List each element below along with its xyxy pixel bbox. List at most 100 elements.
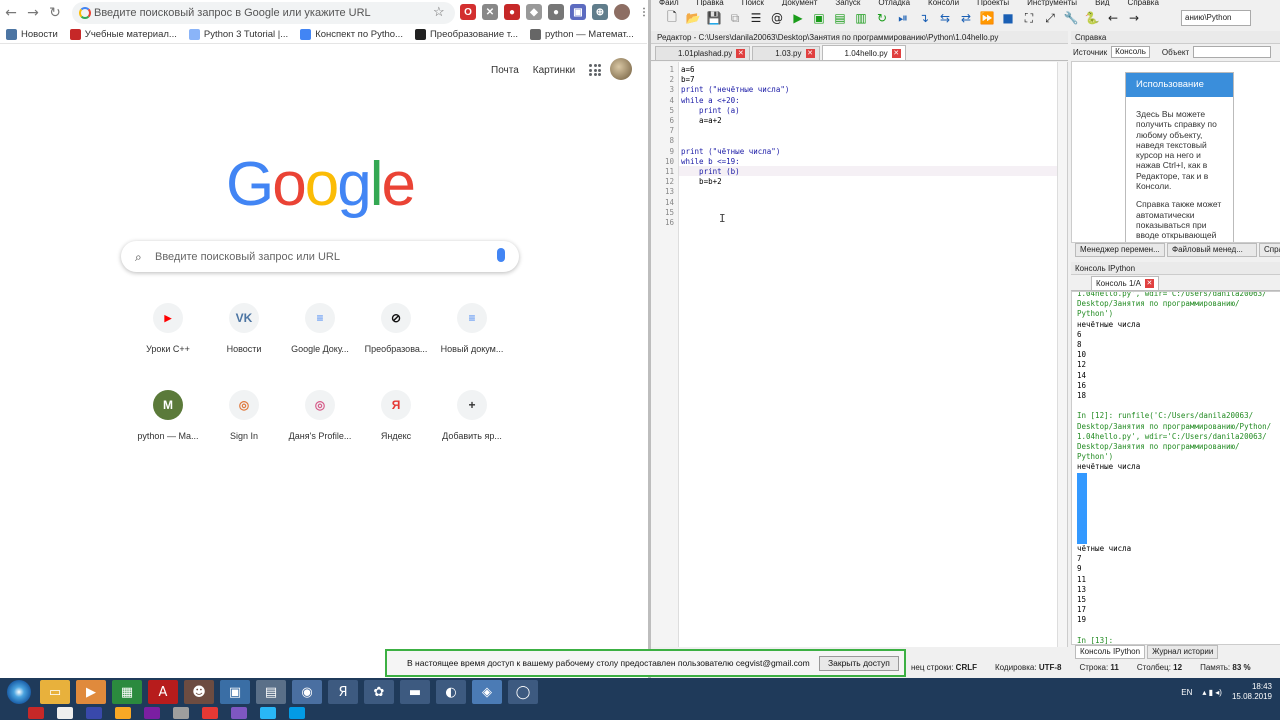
- shortcut-tile[interactable]: VK Новости: [206, 303, 282, 354]
- skype-icon[interactable]: [289, 707, 305, 719]
- app-icon[interactable]: [86, 707, 102, 719]
- save-icon[interactable]: 💾: [705, 9, 723, 27]
- console-line[interactable]: 15: [1077, 595, 1086, 605]
- close-tab-icon[interactable]: ✕: [1144, 279, 1154, 288]
- console-line[interactable]: 8: [1077, 482, 1087, 493]
- run-selection-icon[interactable]: ▥: [852, 9, 870, 27]
- code-line[interactable]: print ("нечётные числа"): [681, 85, 789, 95]
- editor-tab[interactable]: 1.04hello.py ✕: [821, 45, 906, 60]
- console-line[interactable]: 16: [1077, 381, 1086, 391]
- console-line[interactable]: 6: [1077, 472, 1087, 483]
- object-combo[interactable]: [1193, 46, 1272, 58]
- help-bottom-tab[interactable]: Файловый менед...: [1167, 243, 1257, 257]
- run-cell-icon[interactable]: ▣: [810, 9, 828, 27]
- ext-icon[interactable]: ●: [504, 4, 520, 20]
- code-line[interactable]: while b <=19:: [681, 157, 740, 167]
- opera-ext-icon[interactable]: O: [460, 4, 476, 20]
- shortcut-tile[interactable]: ▶ Уроки C++: [130, 303, 206, 354]
- console-bottom-tab[interactable]: Консоль IPython: [1075, 645, 1146, 659]
- save-all-icon[interactable]: ⧉: [726, 9, 744, 27]
- console-line[interactable]: 10: [1077, 493, 1087, 504]
- working-dir-combo[interactable]: анию\Python: [1181, 10, 1251, 26]
- console-line[interactable]: Desktop/Занятия по программированию/Pyth…: [1077, 422, 1271, 432]
- maximize-pane-icon[interactable]: ⛶: [1020, 9, 1038, 27]
- menu-dots-icon[interactable]: ⋮: [636, 4, 647, 20]
- console-line[interactable]: Python'): [1077, 452, 1113, 462]
- bookmark-item[interactable]: Новости: [6, 29, 58, 40]
- app-icon[interactable]: ✿: [364, 680, 394, 704]
- back-arrow-icon[interactable]: ←: [1104, 9, 1122, 27]
- shortcut-tile[interactable]: + Добавить яр...: [434, 390, 510, 441]
- console-bottom-tab[interactable]: Журнал истории: [1147, 645, 1219, 659]
- firefox-taskbar-icon[interactable]: ◐: [436, 680, 466, 704]
- console-line[interactable]: 9: [1077, 564, 1082, 574]
- source-combo[interactable]: Консоль: [1111, 46, 1150, 58]
- open-file-icon[interactable]: 📂: [684, 9, 702, 27]
- acrobat-icon[interactable]: A: [148, 680, 178, 704]
- chrome-taskbar-icon[interactable]: ◉: [292, 680, 322, 704]
- shortcut-tile[interactable]: ⊘ Преобразова...: [358, 303, 434, 354]
- omnibox[interactable]: Введите поисковый запрос в Google или ук…: [72, 2, 455, 24]
- console-line[interactable]: 6: [1077, 330, 1082, 340]
- bookmark-item[interactable]: Конспект по Pytho...: [300, 29, 403, 40]
- preferences-icon[interactable]: 🔧: [1062, 9, 1080, 27]
- back-icon[interactable]: ←: [0, 2, 22, 24]
- code-editor[interactable]: 1 2 3 4 5 6 7 8 9 10 11 12 13 14 15 16 a=6 b=7 print ("не…: [651, 62, 1068, 647]
- ext-icon[interactable]: ●: [548, 4, 564, 20]
- console-line[interactable]: In [13]:: [1077, 636, 1113, 644]
- app-icon[interactable]: [173, 707, 189, 719]
- editor-tab[interactable]: 1.03.py ✕: [752, 46, 820, 60]
- reload-icon[interactable]: ↻: [44, 2, 66, 24]
- app-icon[interactable]: ◯: [508, 680, 538, 704]
- continue-icon[interactable]: ⏩: [978, 9, 996, 27]
- viber-icon[interactable]: [231, 707, 247, 719]
- console-line[interactable]: 12: [1077, 360, 1086, 370]
- media-icon[interactable]: ▶: [76, 680, 106, 704]
- app-icon[interactable]: [115, 707, 131, 719]
- code-line[interactable]: print (a): [681, 106, 740, 116]
- bookmark-item[interactable]: Преобразование т...: [414, 29, 518, 40]
- run-cell-advance-icon[interactable]: ▤: [831, 9, 849, 27]
- console-line[interactable]: 10: [1077, 350, 1086, 360]
- yandex-taskbar-icon[interactable]: Я: [328, 680, 358, 704]
- shortcut-tile[interactable]: ≡ Новый докум...: [434, 303, 510, 354]
- search-input[interactable]: ⌕ Введите поисковый запрос или URL: [121, 241, 519, 272]
- console-line[interactable]: 1.04hello.py', wdir='C:/Users/danila2006…: [1077, 292, 1267, 299]
- shortcut-tile[interactable]: Mpython — Ма...: [130, 390, 206, 441]
- run-icon[interactable]: ▶: [789, 9, 807, 27]
- rerun-icon[interactable]: ↻: [873, 9, 891, 27]
- clock[interactable]: 18:43 15.08.2019: [1232, 682, 1272, 702]
- console-line[interactable]: чётные числа: [1077, 544, 1131, 554]
- app-icon[interactable]: ▬: [400, 680, 430, 704]
- console-line[interactable]: Python'): [1077, 309, 1113, 319]
- code-line[interactable]: print ("чётные числа"): [681, 147, 780, 157]
- console-line[interactable]: нечётные числа: [1077, 320, 1140, 330]
- app-icon[interactable]: ▣: [220, 680, 250, 704]
- app-icon[interactable]: [202, 707, 218, 719]
- ext-icon[interactable]: ✕: [482, 4, 498, 20]
- language-indicator[interactable]: EN: [1181, 688, 1192, 697]
- python-path-icon[interactable]: 🐍: [1083, 9, 1101, 27]
- console-line[interactable]: 1.04hello.py', wdir='C:/Users/danila2006…: [1077, 432, 1267, 442]
- list-icon[interactable]: ☰: [747, 9, 765, 27]
- stop-debug-icon[interactable]: ■: [999, 9, 1017, 27]
- ipython-console[interactable]: 1.04hello.py', wdir='C:/Users/danila2006…: [1071, 291, 1280, 645]
- editor-tab[interactable]: 1.01plashad.py ✕: [655, 46, 751, 60]
- code-line[interactable]: a=a+2: [681, 116, 722, 126]
- console-line[interactable]: 18: [1077, 391, 1086, 401]
- bookmark-star-icon[interactable]: ☆: [433, 4, 445, 20]
- forward-icon[interactable]: →: [22, 2, 44, 24]
- bookmark-item[interactable]: python — Математ...: [530, 29, 634, 40]
- console-line[interactable]: 13: [1077, 585, 1086, 595]
- console-line[interactable]: 14: [1077, 513, 1087, 524]
- shortcut-tile[interactable]: ◎ Даня's Profile...: [282, 390, 358, 441]
- console-line[interactable]: 8: [1077, 340, 1082, 350]
- help-bottom-tab[interactable]: Спра...: [1259, 243, 1280, 257]
- at-icon[interactable]: @: [768, 9, 786, 27]
- console-line[interactable]: 14: [1077, 371, 1086, 381]
- console-line[interactable]: Desktop/Занятия по программированию/: [1077, 442, 1240, 452]
- console-line[interactable]: 7: [1077, 554, 1082, 564]
- app-icon[interactable]: [260, 707, 276, 719]
- profile-avatar-icon[interactable]: [614, 4, 630, 20]
- help-bottom-tab[interactable]: Менеджер перемен...: [1075, 243, 1165, 257]
